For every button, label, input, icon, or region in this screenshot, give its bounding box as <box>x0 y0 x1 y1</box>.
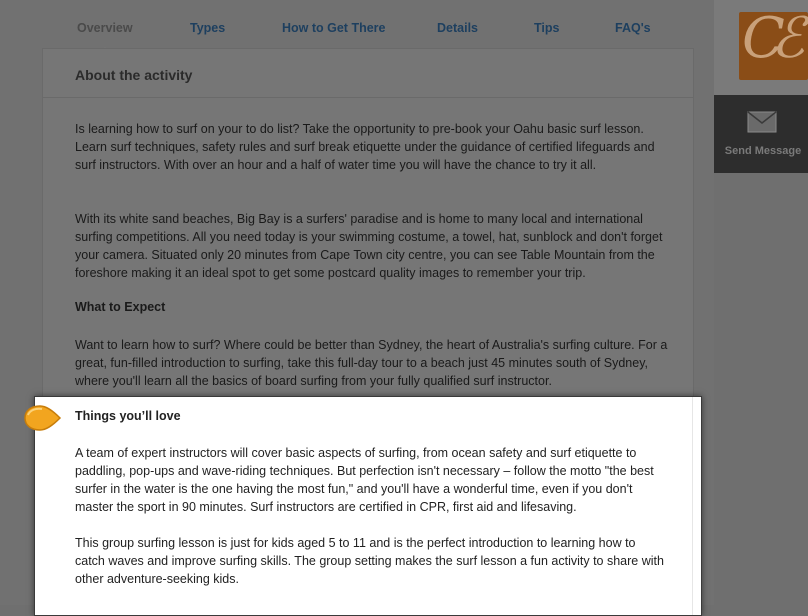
highlight-paragraph-2: This group surfing lesson is just for ki… <box>75 536 664 586</box>
tab-types[interactable]: Types <box>190 10 225 46</box>
envelope-icon <box>747 111 777 133</box>
card-title: About the activity <box>75 67 193 83</box>
tab-how-to-get-there[interactable]: How to Get There <box>282 10 385 46</box>
tab-overview[interactable]: Overview <box>77 10 133 46</box>
tab-details[interactable]: Details <box>437 10 478 46</box>
logo-area: Cℰ <box>714 0 808 95</box>
section-edge <box>692 397 693 615</box>
orange-pointer-icon <box>24 405 62 431</box>
highlight-paragraph-1: A team of expert instructors will cover … <box>75 446 654 514</box>
tab-bar: Overview Types How to Get There Details … <box>42 10 694 54</box>
intro-paragraph-2: With its white sand beaches, Big Bay is … <box>75 212 663 280</box>
intro-paragraph-1: Is learning how to surf on your to do li… <box>75 122 655 172</box>
what-to-expect-text: Want to learn how to surf? Where could b… <box>75 338 668 388</box>
things-you-will-love-section: Things you’ll love A team of expert inst… <box>34 396 702 616</box>
tab-tips[interactable]: Tips <box>534 10 559 46</box>
what-to-expect-heading: What to Expect <box>75 300 166 314</box>
send-message-button[interactable]: Send Message <box>714 95 808 173</box>
tab-faqs[interactable]: FAQ's <box>615 10 651 46</box>
ce-logo-icon[interactable]: Cℰ <box>739 12 808 80</box>
card-divider <box>43 97 693 98</box>
things-you-will-love-heading: Things you’ll love <box>75 409 181 423</box>
send-message-label: Send Message <box>724 145 802 157</box>
